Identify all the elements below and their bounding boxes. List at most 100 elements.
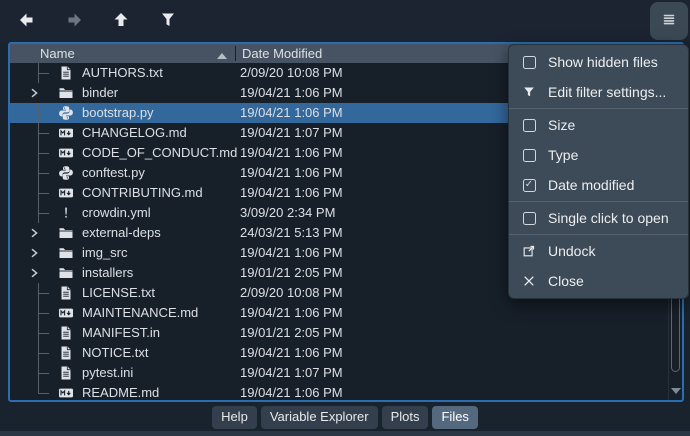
checkbox-box [522,211,536,225]
text-icon [58,325,74,341]
file-name: CHANGELOG.md [82,125,187,140]
file-date-modified: 19/04/21 1:06 PM [240,345,343,360]
folder-icon [58,225,74,241]
checkbox-box [522,148,536,162]
file-name: README.md [82,385,160,400]
menu-item-type[interactable]: Type [509,140,688,170]
menu-item-date-modified[interactable]: ✓ Date modified [509,170,688,200]
file-date-modified: 19/01/21 2:05 PM [240,325,343,340]
close-icon [522,274,536,288]
menu-item-label: Size [548,117,576,133]
tree-branch-line [10,303,50,323]
file-date-modified: 19/04/21 1:06 PM [240,305,343,320]
file-date-modified: 19/04/21 1:06 PM [240,165,343,180]
back-arrow-icon [17,10,37,33]
markdown-icon [58,145,74,161]
menu-separator [509,108,688,109]
markdown-icon [58,305,74,321]
file-name: MAINTENANCE.md [82,305,199,320]
file-name: MANIFEST.in [82,325,161,340]
tree-branch-line [10,343,50,363]
forward-arrow-icon [64,10,84,33]
unchecked-checkbox[interactable] [522,211,536,225]
menu-item-single-click-to-open[interactable]: Single click to open [509,203,688,233]
menu-separator [509,234,688,235]
file-row[interactable]: NOTICE.txt 19/04/21 1:06 PM [10,343,682,363]
file-row[interactable]: MAINTENANCE.md 19/04/21 1:06 PM [10,303,682,323]
forward-button[interactable] [61,8,87,34]
undock-icon [522,244,536,258]
tree-branch-line [10,383,50,400]
menu-item-label: Single click to open [548,210,669,226]
text-icon [58,285,74,301]
tree-branch-line [10,203,50,223]
tree-branch-line [10,323,50,343]
menu-item-close[interactable]: Close [509,266,688,296]
folder-icon [58,85,74,101]
menu-item-label: Type [548,147,579,163]
tab-variable-explorer[interactable]: Variable Explorer [260,406,378,430]
date-column-label: Date Modified [242,46,323,61]
options-context-menu: Show hidden files Edit filter settings...… [508,44,689,299]
column-header-name[interactable]: Name [10,46,235,61]
file-date-modified: 19/04/21 1:07 PM [240,125,343,140]
menu-item-edit-filter-settings[interactable]: Edit filter settings... [509,77,688,107]
unchecked-checkbox[interactable] [522,148,536,162]
pane-tabbar: Help Variable Explorer Plots Files [0,404,690,431]
markdown-icon [58,125,74,141]
filter-button[interactable] [155,8,181,34]
markdown-icon [58,385,74,400]
tab-help[interactable]: Help [212,406,257,430]
tab-plots[interactable]: Plots [381,406,429,430]
tree-branch-line [10,283,50,303]
file-name: CONTRIBUTING.md [82,185,203,200]
menu-item-label: Edit filter settings... [548,84,667,100]
filter-icon [522,85,536,99]
file-name: crowdin.yml [82,205,151,220]
menu-separator [509,201,688,202]
menu-item-undock[interactable]: Undock [509,236,688,266]
hamburger-icon [659,10,679,33]
python-icon [58,165,74,181]
menu-item-show-hidden-files[interactable]: Show hidden files [509,47,688,77]
file-name: binder [82,85,119,100]
back-button[interactable] [14,8,40,34]
sort-ascending-icon [217,53,227,59]
expand-chevron-icon[interactable] [26,265,42,281]
file-date-modified: 19/04/21 1:06 PM [240,145,343,160]
python-icon [58,105,74,121]
file-name: CODE_OF_CONDUCT.md [82,145,238,160]
up-button[interactable] [108,8,134,34]
file-date-modified: 19/04/21 1:06 PM [240,385,343,400]
expand-chevron-icon[interactable] [26,245,42,261]
checkbox-box: ✓ [522,178,536,192]
checked-checkbox[interactable]: ✓ [522,178,536,192]
unchecked-checkbox[interactable] [522,118,536,132]
file-date-modified: 2/09/20 10:08 PM [240,65,343,80]
menu-item-size[interactable]: Size [509,110,688,140]
unchecked-checkbox[interactable] [522,55,536,69]
options-menu-button[interactable] [650,2,688,40]
text-icon [58,365,74,381]
file-row[interactable]: MANIFEST.in 19/01/21 2:05 PM [10,323,682,343]
bottom-strip [0,431,690,436]
tree-branch-line [10,163,50,183]
expand-chevron-icon[interactable] [26,225,42,241]
file-row[interactable]: README.md 19/04/21 1:06 PM [10,383,682,400]
tree-branch-line [10,363,50,383]
tree-branch-line [10,143,50,163]
scrollbar-down-arrow[interactable] [671,388,681,394]
tab-files[interactable]: Files [432,406,478,430]
expand-chevron-icon[interactable] [26,85,42,101]
file-name: bootstrap.py [82,105,154,120]
yaml-icon [58,205,74,221]
markdown-icon [58,185,74,201]
files-toolbar [0,0,690,42]
file-name: NOTICE.txt [82,345,149,360]
file-date-modified: 2/09/20 10:08 PM [240,285,343,300]
checkbox-box [522,55,536,69]
file-row[interactable]: pytest.ini 19/04/21 1:07 PM [10,363,682,383]
file-date-modified: 19/04/21 1:06 PM [240,245,343,260]
file-name: AUTHORS.txt [82,65,163,80]
text-icon [58,345,74,361]
